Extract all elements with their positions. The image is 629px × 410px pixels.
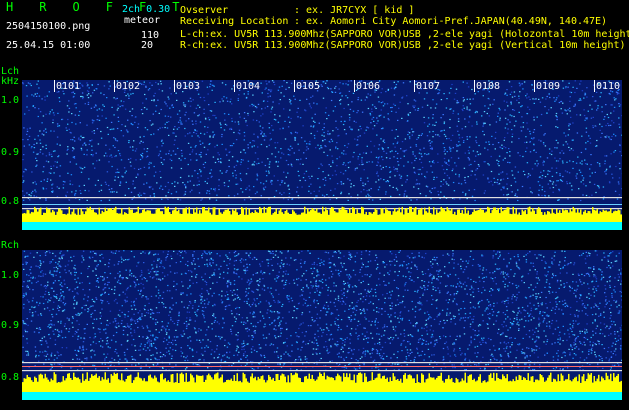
lch-spectrogram: 0101 0102 0103 0104 0105 0106 0107 0108 0109 0110 <box>22 80 622 230</box>
observer-value: : ex. JR7CYX [ kid ] <box>294 5 415 16</box>
lch-time-label: 0110 <box>596 81 620 92</box>
lch-time-label: 0103 <box>176 81 200 92</box>
lch-time-label: 0109 <box>536 81 560 92</box>
rch-count: 20 <box>141 40 154 51</box>
lch-unit-label: kHz <box>1 76 20 87</box>
rch-spectrogram <box>22 250 622 400</box>
location-label: Receiving Location <box>180 16 289 27</box>
lch-time-tick <box>114 80 115 92</box>
lch-time-tick <box>54 80 55 92</box>
lch-carrier-line <box>22 197 622 199</box>
rch-carrier-line-2 <box>22 366 622 367</box>
rch-info: R-ch:ex. UV5R 113.900Mhz(SAPPORO VOR)USB… <box>180 40 626 51</box>
lch-info: L-ch:ex. UV5R 113.900Mhz(SAPPORO VOR)USB… <box>180 29 629 40</box>
rch-ytick-3: 0.8 <box>1 372 20 383</box>
rch-channel-label: Rch <box>1 240 20 251</box>
filename-label: 2504150100.png <box>6 21 91 32</box>
lch-time-label: 0108 <box>476 81 500 92</box>
lch-time-label: 0102 <box>116 81 140 92</box>
lch-time-label: 0107 <box>416 81 440 92</box>
lch-time-label: 0101 <box>56 81 80 92</box>
type-label: meteor <box>124 15 161 26</box>
rch-ytick-1: 1.0 <box>1 270 20 281</box>
lch-time-tick <box>414 80 415 92</box>
mode-label: 2ch 0.30 <box>122 4 171 15</box>
observer-label: Ovserver <box>180 5 229 16</box>
rch-ytick-2: 0.9 <box>1 320 20 331</box>
lch-time-tick <box>354 80 355 92</box>
lch-time-label: 0105 <box>296 81 320 92</box>
lch-ytick-2: 0.9 <box>1 147 20 158</box>
rch-carrier-line-3 <box>22 370 622 372</box>
rch-meteor-bars <box>22 372 622 400</box>
lch-time-label: 0104 <box>236 81 260 92</box>
lch-time-tick <box>174 80 175 92</box>
datetime-label: 25.04.15 01:00 <box>6 40 91 51</box>
lch-carrier-line-2 <box>22 204 622 205</box>
location-value: : ex. Aomori City Aomori-Pref.JAPAN(40.4… <box>294 16 608 27</box>
lch-time-tick <box>474 80 475 92</box>
rch-carrier-line <box>22 362 622 364</box>
lch-time-tick <box>594 80 595 92</box>
lch-time-tick <box>234 80 235 92</box>
lch-time-label: 0106 <box>356 81 380 92</box>
lch-meteor-bars <box>22 206 622 230</box>
lch-ytick-1: 1.0 <box>1 95 20 106</box>
lch-ytick-3: 0.8 <box>1 196 20 207</box>
lch-time-tick <box>294 80 295 92</box>
lch-time-tick <box>534 80 535 92</box>
